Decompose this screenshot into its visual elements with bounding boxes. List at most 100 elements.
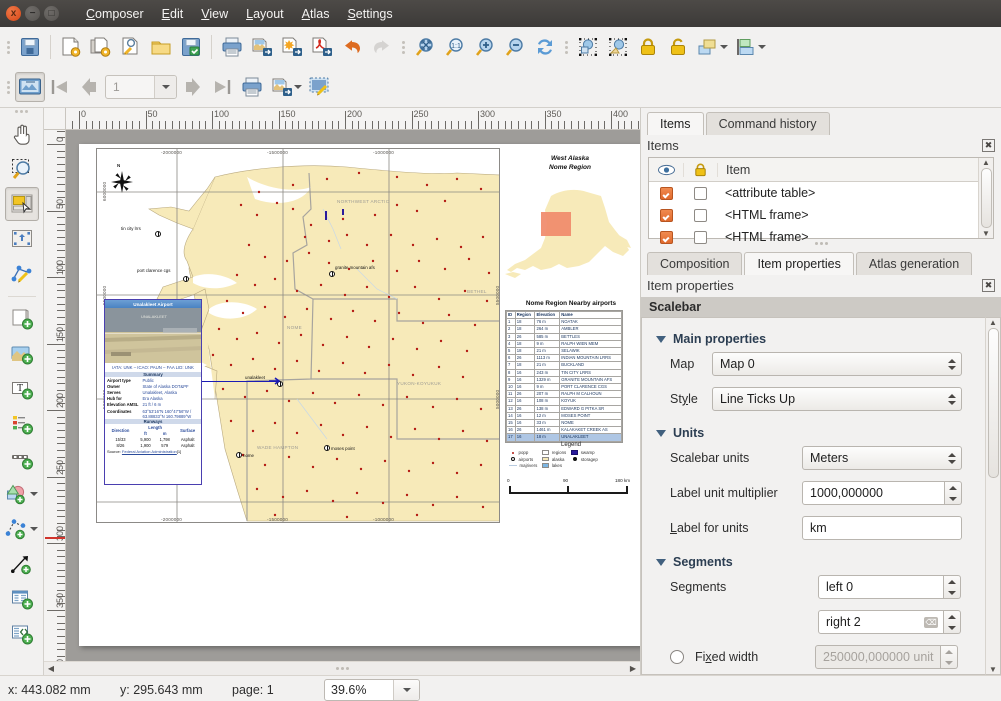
zoom-out-icon[interactable] bbox=[500, 32, 530, 62]
scroll-track[interactable] bbox=[58, 662, 626, 675]
group-segments[interactable]: Segments bbox=[642, 551, 985, 575]
menu-settings[interactable]: Settings bbox=[338, 4, 401, 24]
vertical-ruler[interactable]: 050100150200250300350400 bbox=[44, 130, 66, 661]
lock-cell[interactable] bbox=[683, 187, 717, 200]
zoom-level-combo[interactable]: 39.6% bbox=[324, 679, 420, 701]
move-item-content-icon[interactable] bbox=[5, 222, 39, 256]
properties-scrollbar[interactable]: ▲ ▼ bbox=[985, 317, 1001, 675]
scroll-down-arrow[interactable]: ▼ bbox=[982, 229, 990, 238]
atlas-settings-icon[interactable] bbox=[305, 72, 335, 102]
fixed-width-radio[interactable] bbox=[670, 650, 684, 664]
stepper-down[interactable] bbox=[945, 493, 961, 504]
label-unit-multiplier-input[interactable]: 1000,000000 bbox=[802, 481, 945, 505]
toolbar-grip[interactable] bbox=[563, 36, 570, 58]
unlock-items-icon[interactable] bbox=[663, 32, 693, 62]
visibility-checkbox[interactable] bbox=[660, 209, 673, 222]
style-combo[interactable]: Line Ticks Up bbox=[712, 387, 962, 411]
pan-composer-icon[interactable] bbox=[5, 117, 39, 151]
undo-icon[interactable] bbox=[337, 32, 367, 62]
atlas-preview-icon[interactable] bbox=[15, 72, 45, 102]
segments-right-stepper[interactable] bbox=[944, 610, 961, 634]
atlas-page-dropdown[interactable] bbox=[154, 76, 176, 98]
scroll-up-arrow[interactable]: ▲ bbox=[982, 158, 990, 167]
export-svg-icon[interactable] bbox=[277, 32, 307, 62]
zoom-actual-icon[interactable]: 1:1 bbox=[440, 32, 470, 62]
tab-item-properties[interactable]: Item properties bbox=[744, 252, 853, 275]
zoom-marquee-icon[interactable] bbox=[5, 152, 39, 186]
move-item-content-icon[interactable] bbox=[603, 32, 633, 62]
tab-atlas-generation[interactable]: Atlas generation bbox=[856, 252, 972, 275]
clear-icon[interactable]: ⌫ bbox=[924, 617, 938, 628]
select-move-item-icon[interactable] bbox=[5, 187, 39, 221]
source-link[interactable]: Federal Aviation Administration bbox=[122, 449, 177, 454]
tab-composition[interactable]: Composition bbox=[647, 252, 742, 275]
scroll-thumb[interactable] bbox=[988, 328, 999, 478]
visibility-cell[interactable] bbox=[649, 209, 683, 222]
composer-scene[interactable]: -2000000 -1500000 -1000000 -2000000 -150… bbox=[66, 130, 640, 661]
zoom-full-icon[interactable] bbox=[410, 32, 440, 62]
legend-item[interactable]: Legend popp airports majrivers regions a… bbox=[503, 442, 639, 468]
window-close-button[interactable]: x bbox=[6, 6, 21, 21]
airport-code-links[interactable]: IATA: UNK – ICAO: PAUN – FAA LID: UNK bbox=[105, 363, 201, 372]
atlas-first-feature-icon[interactable] bbox=[45, 72, 75, 102]
scroll-right-arrow[interactable]: ▶ bbox=[626, 662, 640, 675]
stepper-up[interactable] bbox=[945, 482, 961, 493]
lock-checkbox[interactable] bbox=[694, 187, 707, 200]
label-for-units-input[interactable]: km bbox=[802, 516, 962, 540]
item-name-cell[interactable]: <HTML frame> bbox=[717, 208, 978, 222]
raise-items-icon[interactable] bbox=[693, 32, 731, 62]
add-map-icon[interactable] bbox=[5, 302, 39, 336]
add-nodes-shape-icon[interactable] bbox=[2, 512, 42, 546]
map-title-label[interactable]: West Alaska Nome Region bbox=[531, 155, 609, 172]
menu-atlas[interactable]: Atlas bbox=[293, 4, 339, 24]
stepper-up[interactable] bbox=[944, 576, 960, 587]
atlas-export-image-icon[interactable] bbox=[267, 72, 305, 102]
scalebar-units-combo[interactable]: Meters bbox=[802, 446, 962, 470]
lock-checkbox[interactable] bbox=[694, 209, 707, 222]
window-minimize-button[interactable]: − bbox=[25, 6, 40, 21]
item-name-cell[interactable]: <attribute table> bbox=[717, 186, 978, 200]
atlas-print-icon[interactable] bbox=[237, 72, 267, 102]
export-image-icon[interactable] bbox=[247, 32, 277, 62]
select-move-item-icon[interactable] bbox=[573, 32, 603, 62]
toolbar-grip[interactable] bbox=[15, 110, 28, 113]
add-arrow-icon[interactable] bbox=[5, 547, 39, 581]
add-html-icon[interactable] bbox=[5, 617, 39, 651]
add-shape-icon[interactable] bbox=[2, 477, 42, 511]
html-frame-item[interactable]: Unalakleet Airport UNALAKLEET bbox=[104, 299, 202, 485]
add-picture-icon[interactable] bbox=[5, 337, 39, 371]
menu-composer[interactable]: Composer bbox=[77, 4, 153, 24]
add-legend-icon[interactable] bbox=[5, 407, 39, 441]
composer-manager-icon[interactable] bbox=[116, 32, 146, 62]
lock-items-icon[interactable] bbox=[633, 32, 663, 62]
print-icon[interactable] bbox=[217, 32, 247, 62]
stepper-down[interactable] bbox=[944, 587, 960, 598]
tab-command-history[interactable]: Command history bbox=[706, 112, 830, 135]
export-pdf-icon[interactable] bbox=[307, 32, 337, 62]
scalebar-item[interactable]: 0 90 180 km bbox=[503, 478, 639, 508]
close-icon[interactable]: ✖ bbox=[982, 279, 995, 292]
segments-right-input[interactable]: right 2 ⌫ bbox=[818, 610, 944, 634]
menu-view[interactable]: View bbox=[192, 4, 237, 24]
stepper-up[interactable] bbox=[944, 611, 960, 622]
close-icon[interactable]: ✖ bbox=[982, 139, 995, 152]
new-composer-icon[interactable] bbox=[56, 32, 86, 62]
field-label[interactable]: Fixed width bbox=[695, 650, 815, 664]
horizontal-scrollbar[interactable]: ◀ ▶ bbox=[44, 661, 640, 675]
scroll-down-arrow[interactable]: ▼ bbox=[989, 665, 997, 674]
scroll-up-arrow[interactable]: ▲ bbox=[989, 318, 997, 327]
spinner-arrows[interactable] bbox=[946, 449, 958, 467]
map-combo[interactable]: Map 0 bbox=[712, 352, 962, 376]
toolbar-grip[interactable] bbox=[400, 36, 407, 58]
scroll-left-arrow[interactable]: ◀ bbox=[44, 662, 58, 675]
visibility-cell[interactable] bbox=[649, 187, 683, 200]
atlas-next-feature-icon[interactable] bbox=[177, 72, 207, 102]
atlas-prev-feature-icon[interactable] bbox=[75, 72, 105, 102]
save-as-template-icon[interactable] bbox=[176, 32, 206, 62]
atlas-page-input[interactable]: 1 bbox=[105, 75, 177, 99]
load-from-template-icon[interactable] bbox=[146, 32, 176, 62]
duplicate-composer-icon[interactable] bbox=[86, 32, 116, 62]
dock-splitter[interactable] bbox=[641, 239, 1001, 248]
group-units[interactable]: Units bbox=[642, 422, 985, 446]
align-items-icon[interactable] bbox=[731, 32, 769, 62]
